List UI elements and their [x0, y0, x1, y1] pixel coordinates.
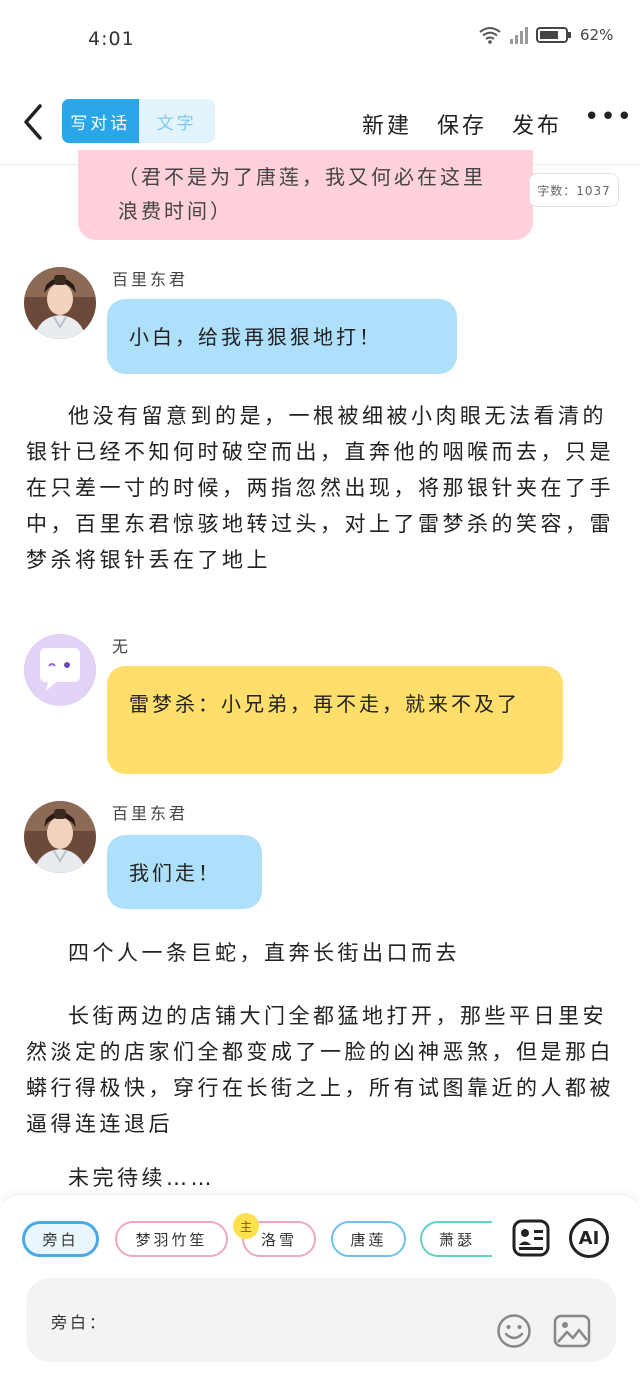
narration-paragraph[interactable]: 他没有留意到的是，一根被细被小肉眼无法看清的银针已经不知何时破空而出，直奔他的咽…: [26, 398, 616, 578]
status-time: 4:01: [88, 28, 135, 50]
message-bubble[interactable]: 我们走！: [107, 835, 262, 909]
word-count-badge: 字数：1037: [529, 173, 619, 207]
smiley-icon: [497, 1314, 531, 1348]
image-icon: [553, 1314, 591, 1348]
mode-toggle[interactable]: 写对话 文字: [62, 99, 215, 143]
speaker-name: 百里东君: [112, 270, 189, 289]
signal-icon: [510, 26, 528, 44]
message-bubble[interactable]: 雷梦杀：小兄弟，再不走，就来不及了: [107, 666, 563, 774]
more-menu-button[interactable]: •••: [584, 102, 633, 132]
speaker-name: 百里东君: [112, 804, 189, 823]
input-speaker-label: 旁白：: [51, 1313, 109, 1332]
image-button[interactable]: [553, 1313, 591, 1349]
chevron-left-icon: [24, 104, 42, 140]
speaker-name: 无: [112, 637, 132, 656]
mode-dialog-tab[interactable]: 写对话: [62, 99, 139, 143]
save-button[interactable]: 保存: [437, 108, 487, 140]
new-button[interactable]: 新建: [362, 108, 412, 140]
narration-paragraph[interactable]: 长街两边的店铺大门全都猛地打开，那些平日里安然淡定的店家们全都变成了一脸的凶神恶…: [26, 998, 616, 1142]
status-icons: 62%: [478, 26, 613, 44]
battery-icon: [536, 27, 571, 43]
contact-card-icon: [512, 1219, 550, 1257]
role-chip-narrator[interactable]: 旁白: [22, 1221, 99, 1257]
role-card-button[interactable]: [511, 1218, 551, 1258]
narration-paragraph[interactable]: 未完待续……: [26, 1160, 616, 1196]
mode-text-tab[interactable]: 文字: [139, 99, 216, 143]
message-bubble[interactable]: 小白，给我再狠狠地打！: [107, 299, 457, 374]
avatar[interactable]: [24, 267, 96, 339]
ai-assist-button[interactable]: AI: [569, 1218, 609, 1258]
wifi-icon: [479, 27, 501, 44]
main-role-badge: 主: [233, 1213, 259, 1239]
character-portrait-icon: [24, 267, 96, 339]
back-button[interactable]: [18, 102, 48, 142]
publish-button[interactable]: 发布: [512, 108, 562, 140]
role-chip[interactable]: 唐莲: [331, 1221, 406, 1257]
avatar[interactable]: [24, 801, 96, 873]
character-portrait-icon: [24, 801, 96, 873]
role-chip[interactable]: 萧瑟: [420, 1221, 492, 1257]
battery-percent: 62%: [580, 26, 614, 44]
message-bubble-partial[interactable]: （君不是为了唐莲，我又何必在这里浪费时间）: [78, 150, 533, 240]
emoji-button[interactable]: [496, 1313, 532, 1349]
chat-bubble-icon: [24, 634, 96, 706]
role-chip[interactable]: 梦羽竹笙: [115, 1221, 228, 1257]
avatar[interactable]: [24, 634, 96, 706]
narration-paragraph[interactable]: 四个人一条巨蛇，直奔长街出口而去: [26, 935, 616, 971]
